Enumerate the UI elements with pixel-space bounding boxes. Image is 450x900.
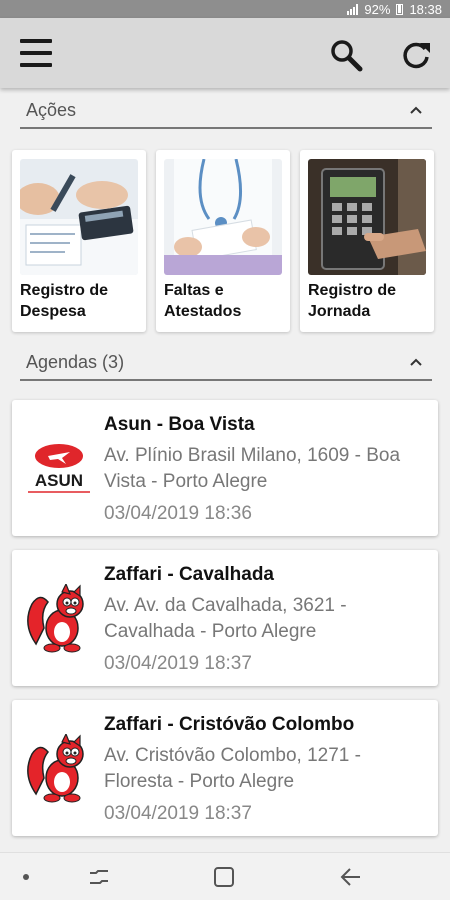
chevron-up-icon (410, 358, 422, 366)
zaffari-squirrel-logo-icon (22, 582, 96, 654)
chevron-up-icon (410, 106, 422, 114)
action-registro-jornada[interactable]: Registro de Jornada (300, 150, 434, 332)
agenda-name: Zaffari - Cristóvão Colombo (104, 714, 355, 735)
asun-logo-icon: ASUN (22, 434, 96, 504)
agenda-datetime: 03/04/2019 18:37 (104, 653, 252, 674)
app-bar (0, 18, 450, 88)
nav-dot-icon[interactable] (14, 865, 44, 889)
signal-icon (347, 3, 359, 15)
action-label: Registro de Despesa (20, 282, 109, 320)
agenda-datetime: 03/04/2019 18:37 (104, 803, 252, 824)
clock: 18:38 (409, 1, 442, 17)
time-clock-photo-icon (308, 159, 426, 275)
status-bar: 92% 18:38 (0, 0, 450, 18)
agenda-address: Av. Plínio Brasil Milano, 1609 - Boa Vis… (104, 445, 401, 492)
refresh-icon[interactable] (396, 35, 436, 75)
agenda-item-zaffari-cavalhada[interactable]: Zaffari - Cavalhada Av. Av. da Cavalhada… (12, 550, 438, 686)
svg-text:ASUN: ASUN (35, 471, 83, 490)
action-faltas-atestados[interactable]: Faltas e Atestados (156, 150, 290, 332)
search-icon[interactable] (326, 35, 366, 75)
agenda-address: Av. Av. da Cavalhada, 3621 - Cavalhada -… (104, 595, 347, 642)
menu-icon[interactable] (20, 39, 52, 67)
battery-percent: 92% (364, 1, 391, 17)
home-icon[interactable] (210, 865, 240, 889)
agenda-item-asun-boa-vista[interactable]: ASUN Asun - Boa Vista Av. Plínio Brasil … (12, 400, 438, 536)
agenda-item-zaffari-cristovao-colombo[interactable]: Zaffari - Cristóvão Colombo Av. Cristóvã… (12, 700, 438, 836)
doctor-photo-icon (164, 159, 282, 275)
calculator-photo-icon (20, 159, 138, 275)
acoes-section-title: Ações (26, 99, 77, 120)
agenda-name: Zaffari - Cavalhada (104, 564, 274, 585)
recent-apps-icon[interactable] (84, 865, 114, 889)
agenda-datetime: 03/04/2019 18:36 (104, 503, 252, 524)
main-content: Ações Registro de Despesa Faltas e Atest… (0, 88, 450, 852)
action-label: Faltas e Atestados (164, 282, 242, 320)
agendas-section-title: Agendas (3) (26, 351, 125, 372)
agenda-address: Av. Cristóvão Colombo, 1271 - Floresta -… (104, 745, 361, 792)
agendas-section-header[interactable]: Agendas (3) (20, 345, 432, 381)
action-registro-despesa[interactable]: Registro de Despesa (12, 150, 146, 332)
zaffari-squirrel-logo-icon (22, 732, 96, 804)
back-icon[interactable] (336, 865, 366, 889)
acoes-section-header[interactable]: Ações (20, 93, 432, 129)
system-nav-bar (0, 852, 450, 900)
action-label: Registro de Jornada (308, 282, 397, 320)
battery-icon (396, 3, 404, 15)
agenda-name: Asun - Boa Vista (104, 414, 255, 435)
